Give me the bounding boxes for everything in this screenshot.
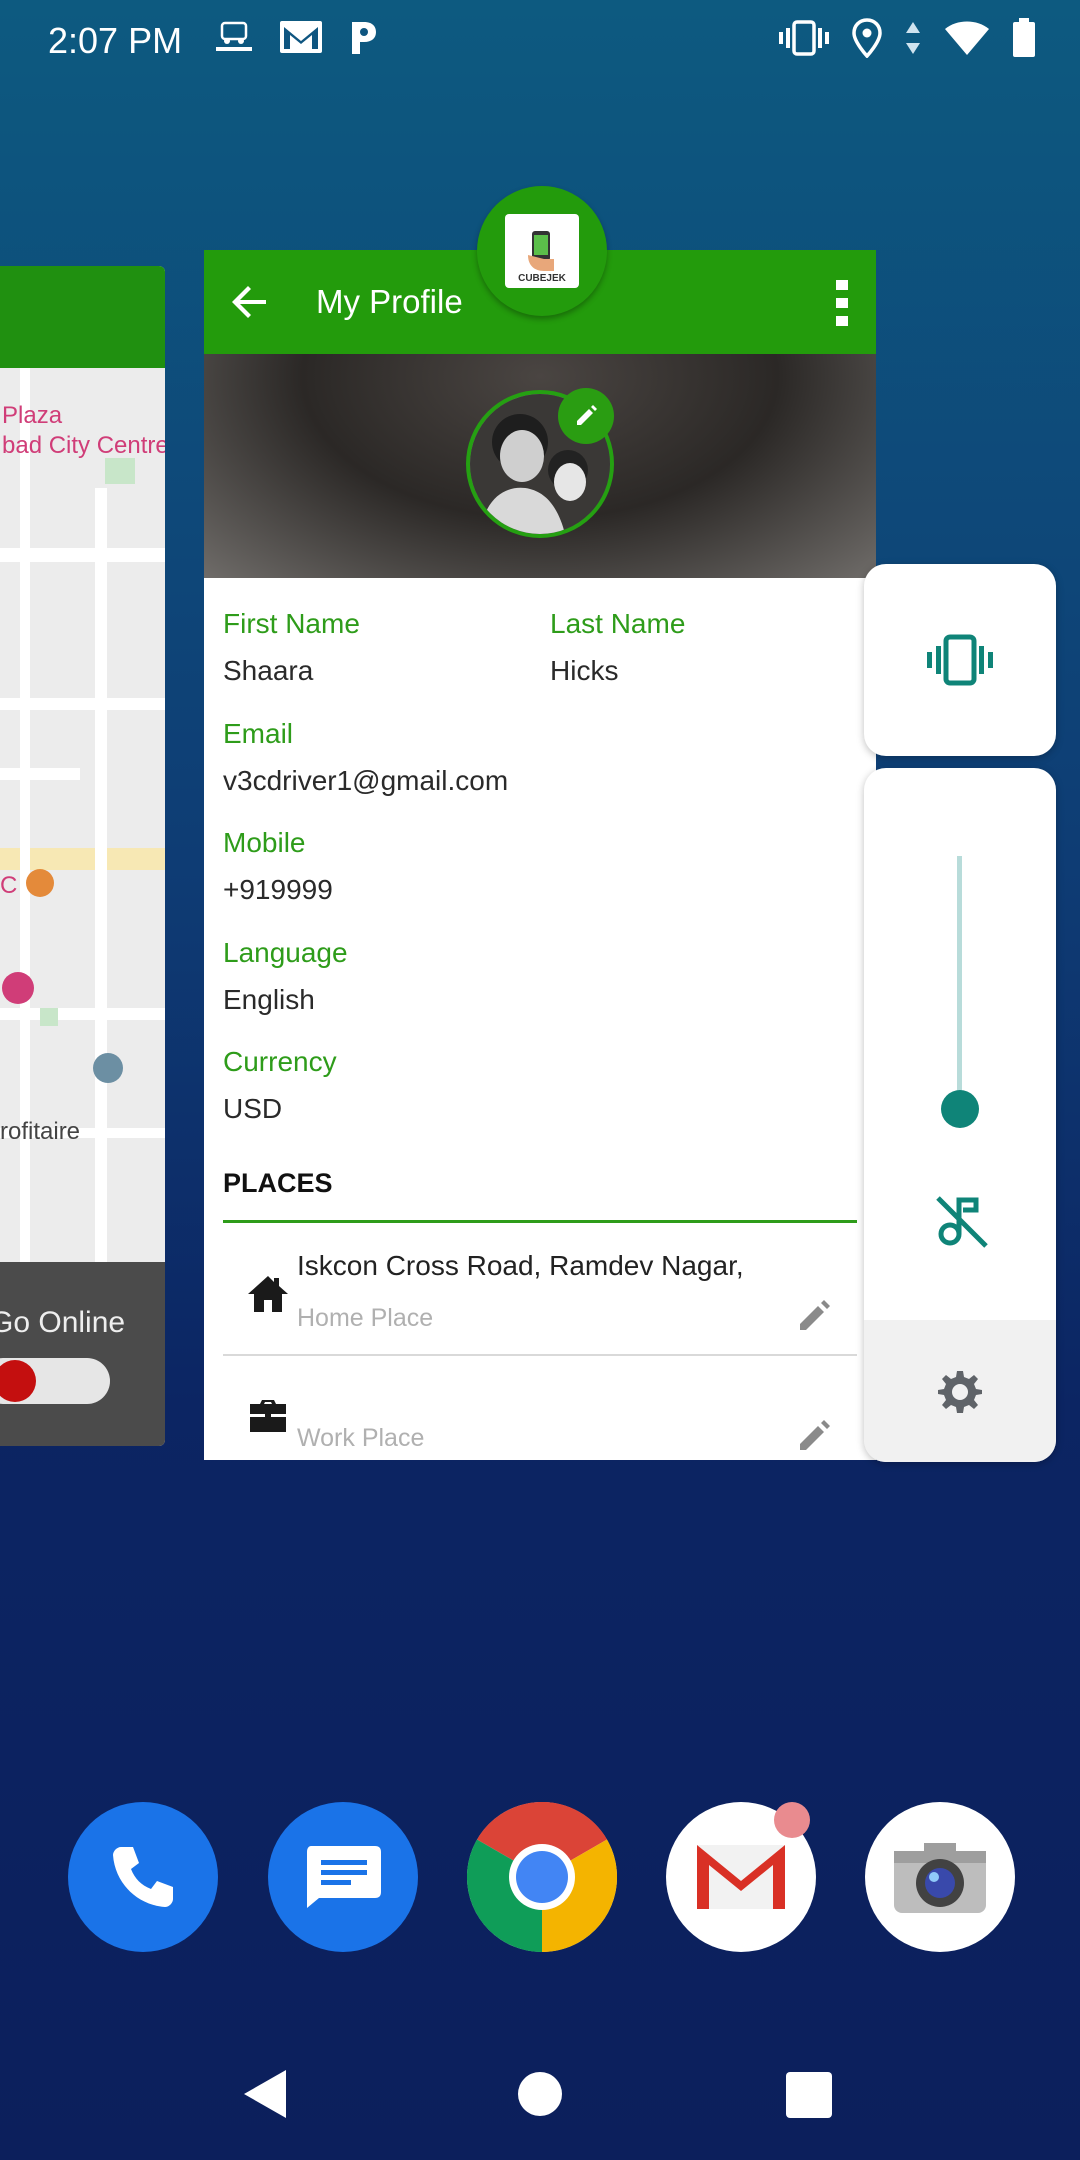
profile-header-banner [204,354,876,578]
recent-app-card-map[interactable]: Plaza bad City Centre C rofitaire Go Onl… [0,266,165,1446]
places-divider [223,1220,857,1223]
last-name-value: Hicks [550,655,619,686]
edit-home-place-icon[interactable] [796,1296,834,1334]
map-label-city-centre: bad City Centre [2,432,165,459]
cubejek-logo-text: CUBEJEK [518,273,566,284]
chrome-logo-icon [467,1802,617,1952]
gear-icon [938,1371,982,1413]
map-app-header [0,266,165,368]
camera-lens-icon [894,1843,986,1913]
mobile-label: Mobile [223,827,306,858]
volume-panel [864,768,1056,1462]
wifi-icon [945,21,989,55]
home-place-hint: Home Place [297,1304,434,1332]
home-icon [248,1276,288,1312]
volume-slider-knob[interactable] [941,1090,979,1128]
map-label-rofitaire: rofitaire [0,1118,81,1145]
location-icon [852,18,882,58]
status-bar: 2:07 PM [0,0,1080,84]
messages-app-icon[interactable] [268,1802,418,1952]
notification-icons [212,18,380,56]
phone-app-icon[interactable] [68,1802,218,1952]
more-options-icon[interactable] [834,278,850,328]
cubejek-logo: CUBEJEK [505,214,579,288]
status-time: 2:07 PM [48,20,183,61]
volume-settings-button[interactable] [864,1320,1056,1462]
place-separator [223,1354,857,1356]
map-label-c: C [0,872,18,899]
phone-handset-icon [113,1847,173,1907]
places-heading: PLACES [223,1168,333,1198]
online-panel [0,1262,165,1446]
language-value: English [223,984,315,1015]
gmail-icon [280,21,322,53]
ringer-mode-button[interactable] [864,564,1056,756]
page-title: My Profile [316,283,463,320]
recent-app-card-profile[interactable]: My Profile First Name Shaara Last Name H [204,250,876,1460]
vibrate-icon [927,634,993,686]
battery-icon [1013,18,1035,57]
email-value: v3cdriver1@gmail.com [223,765,509,796]
vibrate-icon [779,20,829,56]
chrome-app-icon[interactable] [467,1802,617,1952]
message-bubble-icon [307,1846,381,1908]
system-icons [778,18,1036,58]
volume-slider-track[interactable] [957,856,962,1102]
mobile-value: +919999 [223,874,333,905]
currency-value: USD [223,1093,283,1124]
cubejek-app-icon[interactable]: CUBEJEK [477,186,607,316]
last-name-label: Last Name [550,608,686,639]
briefcase-icon [250,1400,286,1432]
first-name-value: Shaara [223,655,314,686]
gmail-notification-dot [774,1802,810,1838]
camera-app-icon[interactable] [865,1802,1015,1952]
currency-label: Currency [223,1046,337,1077]
first-name-label: First Name [223,608,360,639]
music-off-icon[interactable] [932,1192,990,1250]
edit-work-place-icon[interactable] [796,1416,834,1454]
gmail-logo-icon [697,1845,785,1909]
nav-back-button[interactable] [240,2068,290,2120]
email-label: Email [223,718,294,749]
driver-app-icon [216,21,252,51]
map-label-plaza: Plaza [2,402,63,429]
data-arrows-icon [906,22,920,54]
nav-home-button[interactable] [518,2072,562,2116]
phone-hand-icon [528,231,554,271]
edit-photo-button[interactable] [558,388,614,444]
nav-recents-button[interactable] [786,2072,832,2118]
work-place-hint: Work Place [297,1424,425,1452]
back-arrow-icon[interactable] [226,278,274,326]
home-place-address: Iskcon Cross Road, Ramdev Nagar, [297,1250,744,1281]
go-online-label: Go Online [0,1306,126,1339]
parking-icon [352,22,376,54]
language-label: Language [223,937,348,968]
pencil-icon [577,405,597,425]
